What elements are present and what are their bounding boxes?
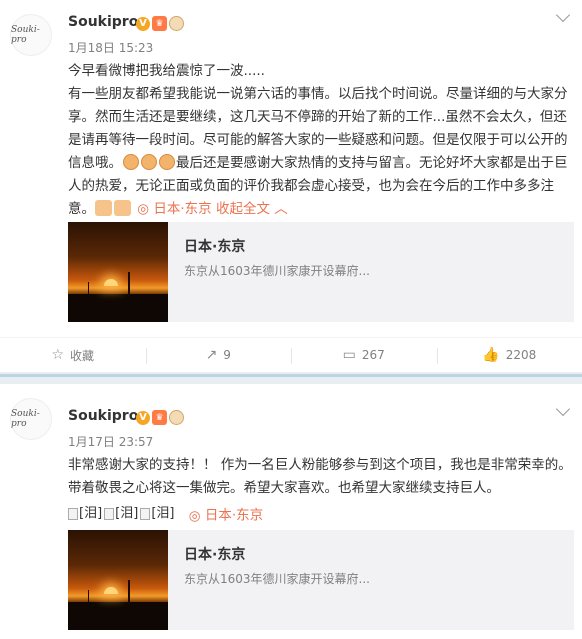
- card-title: 日本·东京: [184, 547, 246, 563]
- location-icon: ◎: [137, 201, 150, 217]
- broken-image-icon: [泪]: [140, 502, 174, 525]
- emoji-icon: [123, 154, 139, 170]
- card-title: 日本·东京: [184, 239, 246, 255]
- post-actions: ☆ 收藏 ↗ 9 ▭ 267 👍 2208: [0, 337, 582, 372]
- thumbs-up-icon: 👍: [482, 347, 500, 363]
- verified-icon: V: [136, 16, 150, 31]
- repost-icon: ↗: [205, 347, 218, 363]
- avatar[interactable]: Souki-pro: [10, 14, 52, 56]
- repost-count: 9: [223, 348, 231, 362]
- post-text: 今早看微博把我给震惊了一波..... 有一些朋友都希望我能说一说第六话的事情。以…: [68, 60, 574, 221]
- card-description: 东京从1603年德川家康开设幕府...: [184, 264, 370, 278]
- comment-button[interactable]: ▭ 267: [291, 338, 437, 372]
- verified-icon: V: [136, 410, 150, 425]
- card-thumbnail: [68, 222, 168, 322]
- location-card[interactable]: 日本·东京 东京从1603年德川家康开设幕府...: [68, 530, 574, 630]
- comment-icon: ▭: [342, 347, 356, 363]
- emoji-icon: [159, 154, 175, 170]
- weibo-post: Souki-pro Soukipro V ♛ 1月18日 15:23 今早看微博…: [0, 0, 582, 372]
- post-text-body: 有一些朋友都希望我能说一说第六话的事情。以后找个时间说。尽量详细的与大家分享。然…: [68, 83, 574, 221]
- comment-count: 267: [361, 348, 385, 362]
- username[interactable]: Soukipro: [68, 408, 138, 424]
- vip-icon: ♛: [152, 410, 167, 425]
- post-timestamp[interactable]: 1月18日 15:23: [68, 39, 153, 56]
- vip-icon: ♛: [152, 16, 167, 31]
- emoji-icon: [141, 154, 157, 170]
- image-alt-text: [泪]: [115, 506, 139, 521]
- like-button[interactable]: 👍 2208: [436, 338, 582, 372]
- chevron-down-icon[interactable]: [555, 7, 571, 23]
- card-thumbnail: [68, 530, 168, 630]
- avatar-logo-text: Souki-pro: [11, 409, 40, 429]
- location-link[interactable]: 日本·东京: [153, 201, 211, 217]
- thumbs-up-emoji-icon: [114, 200, 131, 216]
- star-icon: ☆: [51, 347, 65, 363]
- location-card[interactable]: 日本·东京 东京从1603年德川家康开设幕府...: [68, 222, 574, 322]
- post-timestamp[interactable]: 1月17日 23:57: [68, 433, 153, 450]
- thumbs-up-emoji-icon: [95, 200, 112, 216]
- favorite-label: 收藏: [70, 348, 95, 363]
- broken-image-icon: [泪]: [104, 502, 138, 525]
- user-badges: V ♛: [136, 410, 184, 425]
- post-text: 非常感谢大家的支持！！ 作为一名巨人粉能够参与到这个项目，我也是非常荣幸的。带着…: [68, 454, 574, 528]
- post-text-body: 非常感谢大家的支持！！ 作为一名巨人粉能够参与到这个项目，我也是非常荣幸的。带着…: [68, 457, 572, 496]
- post-divider: [0, 372, 582, 384]
- post-inline-images: [泪] [泪] [泪] ◎ 日本·东京: [68, 502, 574, 528]
- avatar-logo-text: Souki-pro: [11, 25, 40, 45]
- fan-badge-icon: [169, 16, 184, 31]
- weibo-post: Souki-pro Soukipro V ♛ 1月17日 23:57 非常感谢大…: [0, 384, 582, 639]
- post-text-line: 今早看微博把我给震惊了一波.....: [68, 63, 265, 79]
- broken-image-icon: [泪]: [68, 502, 102, 525]
- user-badges: V ♛: [136, 16, 184, 31]
- image-alt-text: [泪]: [151, 506, 175, 521]
- location-link[interactable]: 日本·东京: [205, 508, 263, 524]
- like-count: 2208: [505, 348, 537, 362]
- chevron-down-icon[interactable]: [555, 401, 571, 417]
- card-description: 东京从1603年德川家康开设幕府...: [184, 572, 370, 586]
- chevron-up-icon[interactable]: ︿: [274, 201, 288, 217]
- avatar[interactable]: Souki-pro: [10, 398, 52, 440]
- username[interactable]: Soukipro: [68, 14, 138, 30]
- favorite-button[interactable]: ☆ 收藏: [0, 338, 146, 372]
- repost-button[interactable]: ↗ 9: [145, 338, 292, 372]
- image-alt-text: [泪]: [79, 506, 103, 521]
- collapse-text-link[interactable]: 收起全文: [216, 201, 270, 217]
- location-icon: ◎: [188, 507, 201, 524]
- fan-badge-icon: [169, 410, 184, 425]
